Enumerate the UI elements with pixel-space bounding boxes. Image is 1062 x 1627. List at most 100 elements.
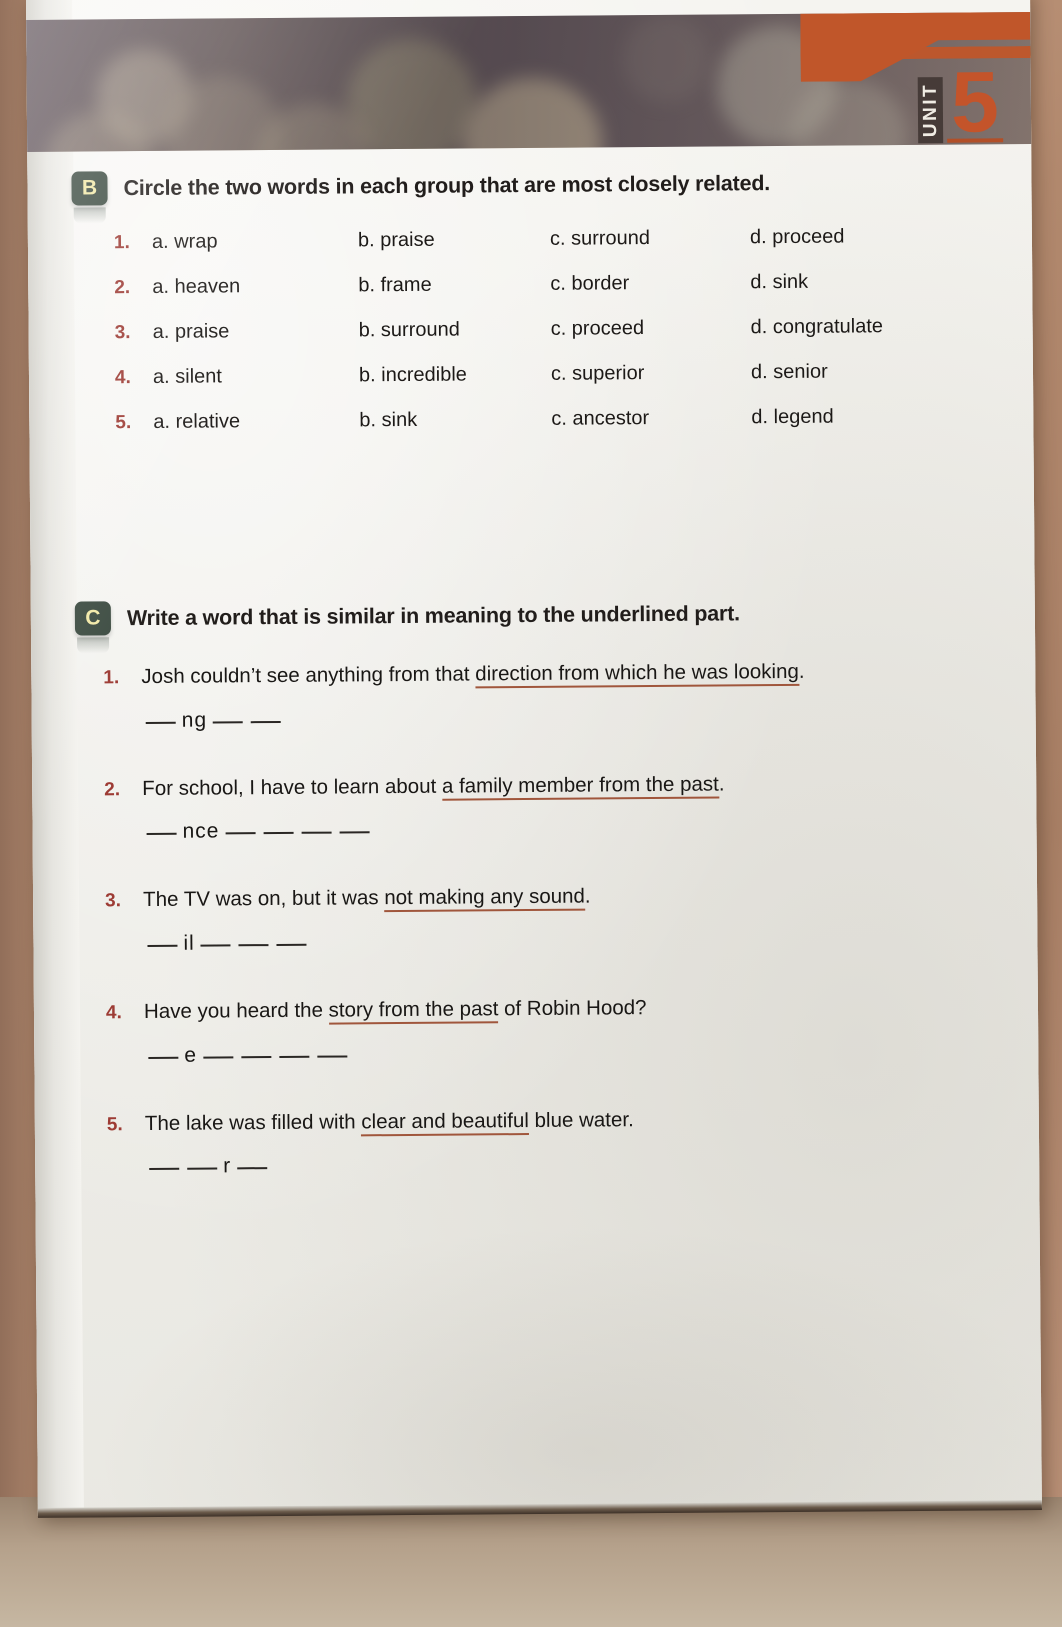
answer-blank[interactable] (149, 1168, 180, 1171)
word-group-row: 4. a. silent b. incredible c. superior d… (115, 359, 1033, 411)
group-option-a[interactable]: a. wrap (152, 229, 358, 254)
group-number: 2. (114, 277, 131, 299)
group-option-b[interactable]: b. frame (358, 273, 550, 298)
workbook-page: UNIT 5 B Circle the two words in each gr… (26, 0, 1042, 1518)
word-group-row: 5. a. relative b. sink c. ancestor d. le… (115, 404, 1033, 456)
group-number: 1. (113, 232, 130, 254)
answer-blank[interactable] (213, 720, 244, 724)
answer-blank[interactable] (339, 831, 370, 834)
answer-blank[interactable] (237, 1167, 268, 1170)
sentence-item: 4. Have you heard the story from the pas… (106, 991, 1039, 1068)
word-group-list: 1. a. wrap b. praise c. surround d. proc… (28, 224, 1034, 457)
answer-blanks[interactable]: r (107, 1148, 1039, 1179)
section-badge-b: B (71, 171, 108, 206)
group-number: 5. (115, 412, 132, 434)
sentence-post: of Robin Hood? (498, 996, 647, 1021)
sentence-post: . (798, 659, 805, 683)
item-number: 1. (103, 667, 120, 689)
answer-fragment: r (223, 1154, 232, 1178)
answer-blank[interactable] (187, 1167, 218, 1171)
answer-blanks[interactable]: il (105, 925, 1037, 956)
group-option-d[interactable]: d. congratulate (751, 314, 991, 339)
answer-blank[interactable] (147, 944, 178, 948)
group-option-b[interactable]: b. incredible (359, 363, 551, 388)
answer-blank[interactable] (241, 1055, 272, 1058)
group-option-a[interactable]: a. praise (153, 319, 359, 344)
group-option-a[interactable]: a. heaven (152, 274, 358, 299)
screenshot-root: UNIT 5 B Circle the two words in each gr… (0, 0, 1062, 1627)
sentence-post: blue water. (528, 1107, 634, 1132)
group-option-d[interactable]: d. legend (751, 404, 991, 429)
group-option-c[interactable]: c. superior (551, 361, 751, 386)
group-option-d[interactable]: d. sink (750, 269, 990, 294)
sentence-item: 2. For school, I have to learn about a f… (104, 768, 1037, 845)
answer-fragment: il (183, 931, 195, 955)
sentence-item: 1. Josh couldn’t see anything from that … (103, 656, 1036, 733)
answer-blank[interactable] (263, 832, 294, 835)
group-option-c[interactable]: c. ancestor (551, 406, 751, 431)
exercise-section-b: B Circle the two words in each group tha… (27, 164, 1033, 457)
word-group-row: 2. a. heaven b. frame c. border d. sink (114, 269, 1032, 321)
answer-blank[interactable] (238, 944, 269, 947)
group-option-a[interactable]: a. silent (153, 364, 359, 389)
item-number: 4. (105, 1002, 122, 1024)
group-option-b[interactable]: b. surround (359, 318, 551, 343)
group-option-d[interactable]: d. senior (751, 359, 991, 384)
unit-label: UNIT (917, 76, 944, 143)
answer-blank[interactable] (225, 832, 256, 835)
unit-number: 5 (946, 55, 1004, 151)
group-option-a[interactable]: a. relative (153, 409, 359, 434)
sentence-underlined: not making any sound (384, 884, 585, 913)
group-option-c[interactable]: c. proceed (551, 316, 751, 341)
group-option-c[interactable]: c. border (550, 271, 750, 296)
sentence-underlined: clear and beautiful (361, 1108, 530, 1137)
sentence-item: 5. The lake was filled with clear and be… (107, 1103, 1040, 1180)
answer-fragment: ng (181, 708, 208, 732)
group-option-c[interactable]: c. surround (550, 226, 750, 251)
unit-header-banner: UNIT 5 (26, 12, 1032, 152)
answer-blank[interactable] (251, 720, 282, 723)
group-option-b[interactable]: b. praise (358, 228, 550, 253)
answer-blank[interactable] (148, 1056, 179, 1059)
word-group-row: 3. a. praise b. surround c. proceed d. c… (115, 314, 1033, 366)
section-badge-c: C (74, 601, 112, 636)
answer-blank[interactable] (203, 1056, 234, 1059)
item-sentence: The TV was on, but it was not making any… (143, 883, 591, 914)
answer-blanks[interactable]: nce (104, 813, 1036, 844)
word-group-row: 1. a. wrap b. praise c. surround d. proc… (114, 224, 1032, 276)
sentence-post: . (584, 884, 591, 908)
answer-blank[interactable] (317, 1055, 348, 1058)
item-sentence: For school, I have to learn about a fami… (142, 770, 725, 802)
section-c-header: C Write a word that is similar in meanin… (31, 594, 1035, 636)
group-option-b[interactable]: b. sink (359, 408, 551, 433)
section-c-title: Write a word that is similar in meaning … (126, 600, 740, 630)
item-number: 5. (106, 1113, 123, 1136)
section-b-header: B Circle the two words in each group tha… (27, 164, 1031, 206)
sentence-underlined: a family member from the past (441, 772, 719, 801)
exercise-section-c: C Write a word that is similar in meanin… (31, 594, 1040, 1222)
sentence-pre: Have you heard the (143, 998, 329, 1024)
sentence-pre: Josh couldn’t see anything from that (141, 662, 476, 689)
answer-fragment: e (184, 1043, 198, 1067)
sentence-pre: For school, I have to learn about (142, 774, 443, 800)
group-number: 4. (114, 367, 131, 389)
sentence-underlined: story from the past (328, 997, 499, 1025)
group-option-d[interactable]: d. proceed (750, 224, 990, 249)
reverse-print-ghost (160, 441, 921, 597)
item-sentence: The lake was filled with clear and beaut… (145, 1106, 634, 1138)
answer-blank[interactable] (276, 943, 307, 947)
answer-blanks[interactable]: e (106, 1037, 1038, 1068)
sentence-post: . (718, 772, 725, 796)
answer-blank[interactable] (279, 1055, 310, 1058)
answer-blank[interactable] (146, 833, 177, 836)
group-number: 3. (114, 322, 131, 344)
answer-fragment: nce (182, 819, 220, 844)
answer-blank[interactable] (200, 944, 231, 947)
sentence-underlined: direction from which he was looking (475, 659, 799, 689)
item-sentence: Josh couldn’t see anything from that dir… (141, 658, 805, 691)
answer-blank[interactable] (145, 721, 176, 724)
answer-blanks[interactable]: ng (104, 702, 1036, 733)
sentence-item-list: 1. Josh couldn’t see anything from that … (31, 656, 1039, 1180)
sentence-pre: The TV was on, but it was (143, 886, 385, 912)
answer-blank[interactable] (301, 831, 332, 835)
